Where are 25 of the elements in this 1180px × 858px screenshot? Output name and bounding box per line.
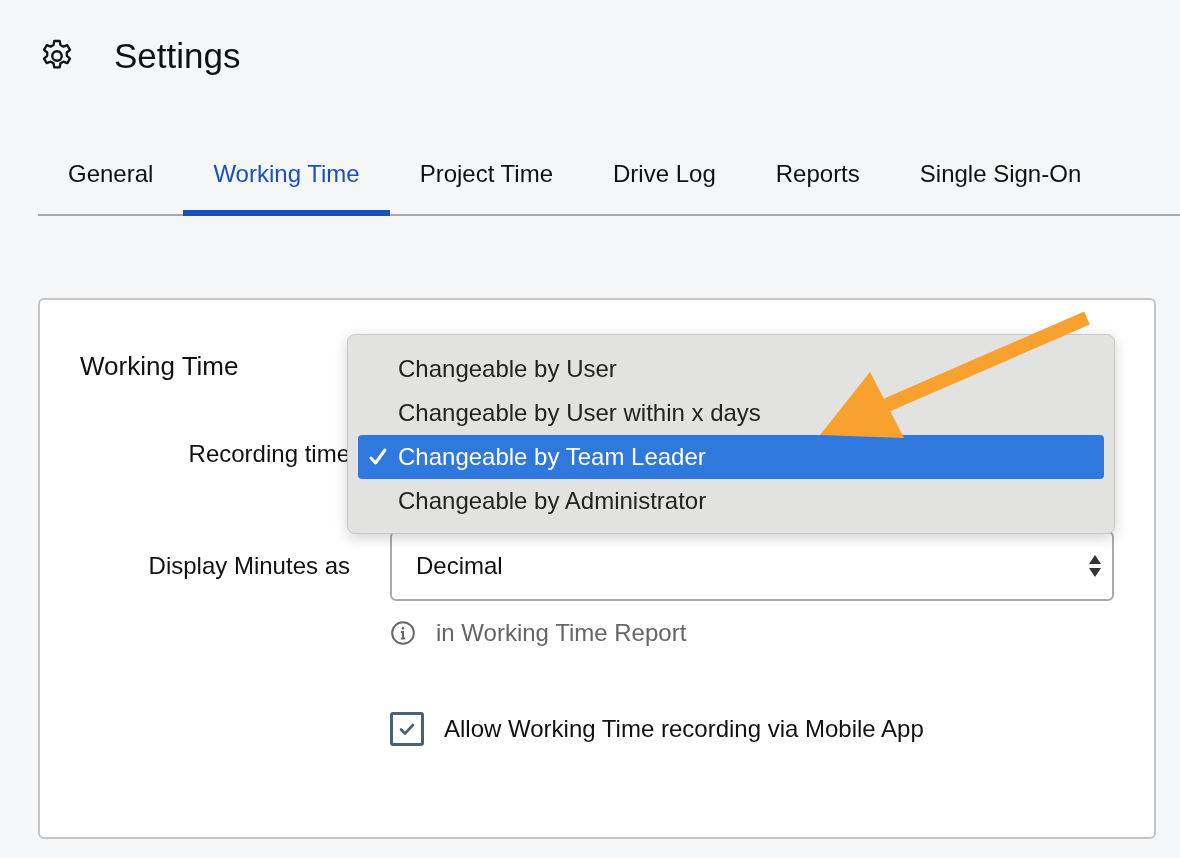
menu-item-label: Changeable by User <box>398 355 617 383</box>
menu-item[interactable]: Changeable by User <box>358 347 1104 391</box>
page-title: Settings <box>114 36 241 76</box>
field-label: Recording time <box>187 440 350 468</box>
tab[interactable]: Drive Log <box>583 138 746 216</box>
updown-caret-icon <box>1088 554 1102 578</box>
section-title: Working Time <box>80 350 239 383</box>
menu-item[interactable]: Changeable by Team Leader <box>358 435 1104 479</box>
minutes-select[interactable]: Decimal <box>390 531 1114 601</box>
menu-item[interactable]: Changeable by User within x days <box>358 391 1104 435</box>
tab[interactable]: Single Sign-On <box>889 138 1112 216</box>
menu-item-label: Changeable by Administrator <box>398 487 707 515</box>
checkmark-icon <box>368 447 388 467</box>
menu-item-label: Changeable by Team Leader <box>398 443 706 471</box>
tab[interactable]: General <box>38 138 184 216</box>
hint-text: in Working Time Report <box>436 619 687 647</box>
checkbox[interactable] <box>390 712 424 746</box>
menu-item-label: Changeable by User within x days <box>398 399 761 427</box>
tab[interactable]: Working Time <box>183 138 390 216</box>
field-label: Display Minutes as <box>147 552 350 580</box>
checkbox-label: Allow Working Time recording via Mobile App <box>444 715 924 743</box>
tab[interactable]: Project Time <box>389 138 584 216</box>
tab[interactable]: Reports <box>745 138 890 216</box>
info-icon <box>390 620 416 646</box>
menu-item[interactable]: Changeable by Administrator <box>358 479 1104 523</box>
